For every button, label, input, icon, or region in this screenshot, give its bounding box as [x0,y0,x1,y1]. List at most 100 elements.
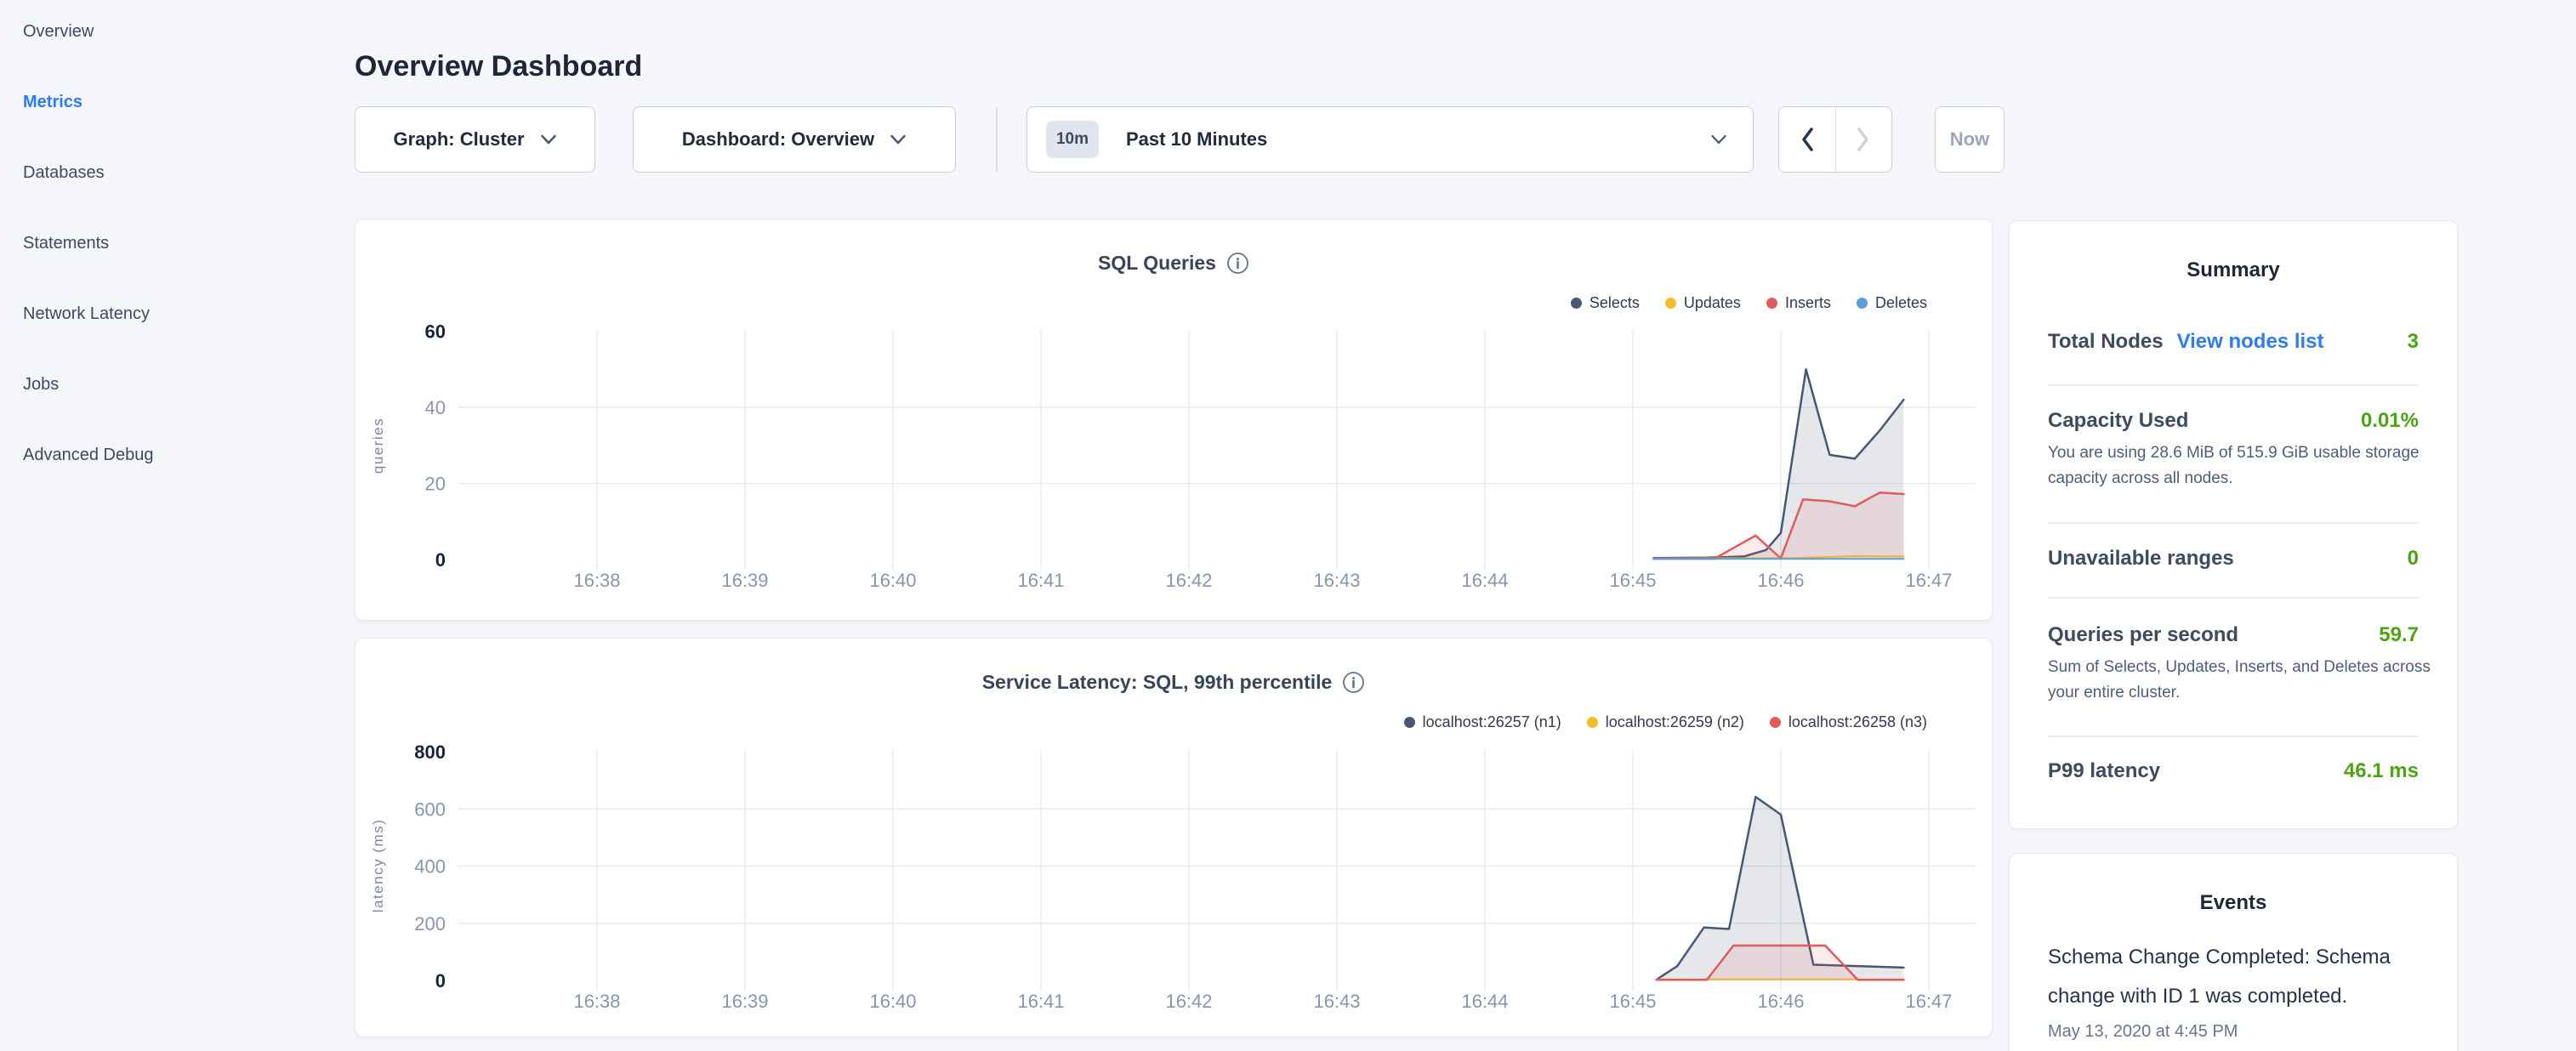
svg-text:16:45: 16:45 [1609,991,1656,1012]
chevron-left-icon [1800,127,1815,152]
page-title: Overview Dashboard [355,48,642,85]
legend-item: Inserts [1766,294,1831,312]
dashboard-dropdown[interactable]: Dashboard: Overview [633,106,956,173]
summary-label: Queries per second [2048,623,2238,647]
svg-text:16:42: 16:42 [1165,570,1212,591]
sidebar-item-advanced-debug[interactable]: Advanced Debug [23,420,329,491]
legend-label: Selects [1589,294,1640,312]
service-latency-chart-card: 16:3816:3916:4016:4116:4216:4316:4416:45… [355,638,1993,1037]
summary-label: Capacity Used [2048,409,2188,433]
dashboard-dropdown-label: Dashboard: Overview [682,128,874,151]
svg-text:16:46: 16:46 [1757,570,1804,591]
sidebar-item-network-latency[interactable]: Network Latency [23,279,329,349]
summary-label: P99 latency [2048,759,2160,783]
svg-text:16:38: 16:38 [573,991,620,1012]
summary-row-capacity: Capacity Used 0.01% [2048,409,2419,433]
legend-item: localhost:26257 (n1) [1404,713,1561,731]
time-range-label: Past 10 Minutes [1126,128,1267,151]
svg-text:0: 0 [435,549,446,571]
svg-text:16:41: 16:41 [1017,570,1064,591]
svg-text:16:42: 16:42 [1165,991,1212,1012]
events-title: Events [2010,891,2457,915]
svg-text:16:45: 16:45 [1609,570,1656,591]
legend-dot-selects [1571,298,1582,309]
svg-text:16:39: 16:39 [721,991,768,1012]
summary-value: 3 [2408,330,2419,354]
service-latency-chart[interactable]: 16:3816:3916:4016:4116:4216:4316:4416:45… [355,639,1993,1038]
events-panel: Events Schema Change Completed: Schema c… [2009,853,2458,1051]
sidebar-item-overview[interactable]: Overview [23,0,329,67]
svg-text:16:38: 16:38 [573,570,620,591]
svg-text:latency (ms): latency (ms) [370,819,386,913]
svg-text:40: 40 [425,397,446,418]
summary-description: Sum of Selects, Updates, Inserts, and De… [2048,655,2435,706]
summary-row-qps: Queries per second 59.7 [2048,623,2419,647]
legend-label: Deletes [1875,294,1927,312]
legend-dot-n1 [1404,717,1415,728]
summary-value: 59.7 [2379,623,2419,647]
divider [2048,736,2419,737]
legend-label: localhost:26258 (n3) [1788,713,1927,731]
view-nodes-list-link[interactable]: View nodes list [2177,330,2324,354]
sql-queries-chart-card: 16:3816:3916:4016:4116:4216:4316:4416:45… [355,219,1993,621]
summary-value: 0 [2408,547,2419,571]
sql-queries-chart[interactable]: 16:3816:3916:4016:4116:4216:4316:4416:45… [355,219,1993,622]
sidebar: Overview Metrics Databases Statements Ne… [23,0,329,491]
chevron-down-icon [540,134,557,145]
chart-title-row: Service Latency: SQL, 99th percentile [355,669,1992,695]
now-button[interactable]: Now [1935,106,2005,173]
svg-text:16:47: 16:47 [1905,991,1952,1012]
time-range-dropdown[interactable]: 10m Past 10 Minutes [1026,106,1754,173]
summary-row-p99-latency: P99 latency 46.1 ms [2048,759,2419,783]
legend-item: Deletes [1857,294,1927,312]
sidebar-item-metrics[interactable]: Metrics [23,67,329,138]
sidebar-item-databases[interactable]: Databases [23,138,329,208]
legend-dot-n3 [1770,717,1781,728]
legend-dot-n2 [1587,717,1598,728]
summary-panel: Summary Total Nodes View nodes list 3 Ca… [2009,220,2458,829]
summary-label: Total Nodes [2048,330,2164,354]
sidebar-item-statements[interactable]: Statements [23,208,329,279]
svg-text:200: 200 [414,913,446,935]
svg-text:60: 60 [425,321,446,343]
chevron-down-icon [890,134,907,145]
legend-item: Selects [1571,294,1640,312]
time-forward-button[interactable] [1836,107,1892,172]
graph-dropdown-label: Graph: Cluster [393,128,524,151]
db-console-app: Overview Metrics Databases Statements Ne… [0,0,2576,1051]
svg-text:16:40: 16:40 [869,991,916,1012]
svg-text:16:44: 16:44 [1461,570,1508,591]
svg-text:600: 600 [414,798,446,820]
legend-dot-updates [1665,298,1676,309]
time-step-buttons [1778,106,1892,173]
divider [2048,522,2419,524]
chart-title: SQL Queries [1098,250,1216,276]
svg-text:16:39: 16:39 [721,570,768,591]
chart-legend: Selects Updates Inserts Deletes [1571,294,1927,312]
summary-value: 46.1 ms [2344,759,2419,783]
svg-text:16:43: 16:43 [1313,570,1360,591]
summary-title: Summary [2010,258,2457,282]
chevron-right-icon [1856,127,1871,152]
svg-text:16:47: 16:47 [1905,570,1952,591]
svg-text:20: 20 [425,474,446,495]
legend-dot-inserts [1766,298,1777,309]
legend-item: localhost:26258 (n3) [1770,713,1927,731]
svg-text:800: 800 [414,741,446,763]
chart-legend: localhost:26257 (n1) localhost:26259 (n2… [1404,713,1927,731]
time-back-button[interactable] [1779,107,1836,172]
svg-text:queries: queries [370,418,386,474]
sidebar-item-jobs[interactable]: Jobs [23,349,329,420]
event-message[interactable]: Schema Change Completed: Schema change w… [2048,938,2435,1016]
info-icon[interactable] [1342,671,1365,694]
legend-item: Updates [1665,294,1741,312]
svg-text:0: 0 [435,970,446,991]
now-button-label: Now [1950,128,1989,151]
time-range-badge: 10m [1046,121,1099,158]
info-icon[interactable] [1226,252,1249,275]
controls-divider [996,108,998,171]
legend-label: Updates [1684,294,1741,312]
graph-dropdown[interactable]: Graph: Cluster [355,106,595,173]
svg-text:16:44: 16:44 [1461,991,1508,1012]
summary-row-unavailable-ranges: Unavailable ranges 0 [2048,547,2419,571]
